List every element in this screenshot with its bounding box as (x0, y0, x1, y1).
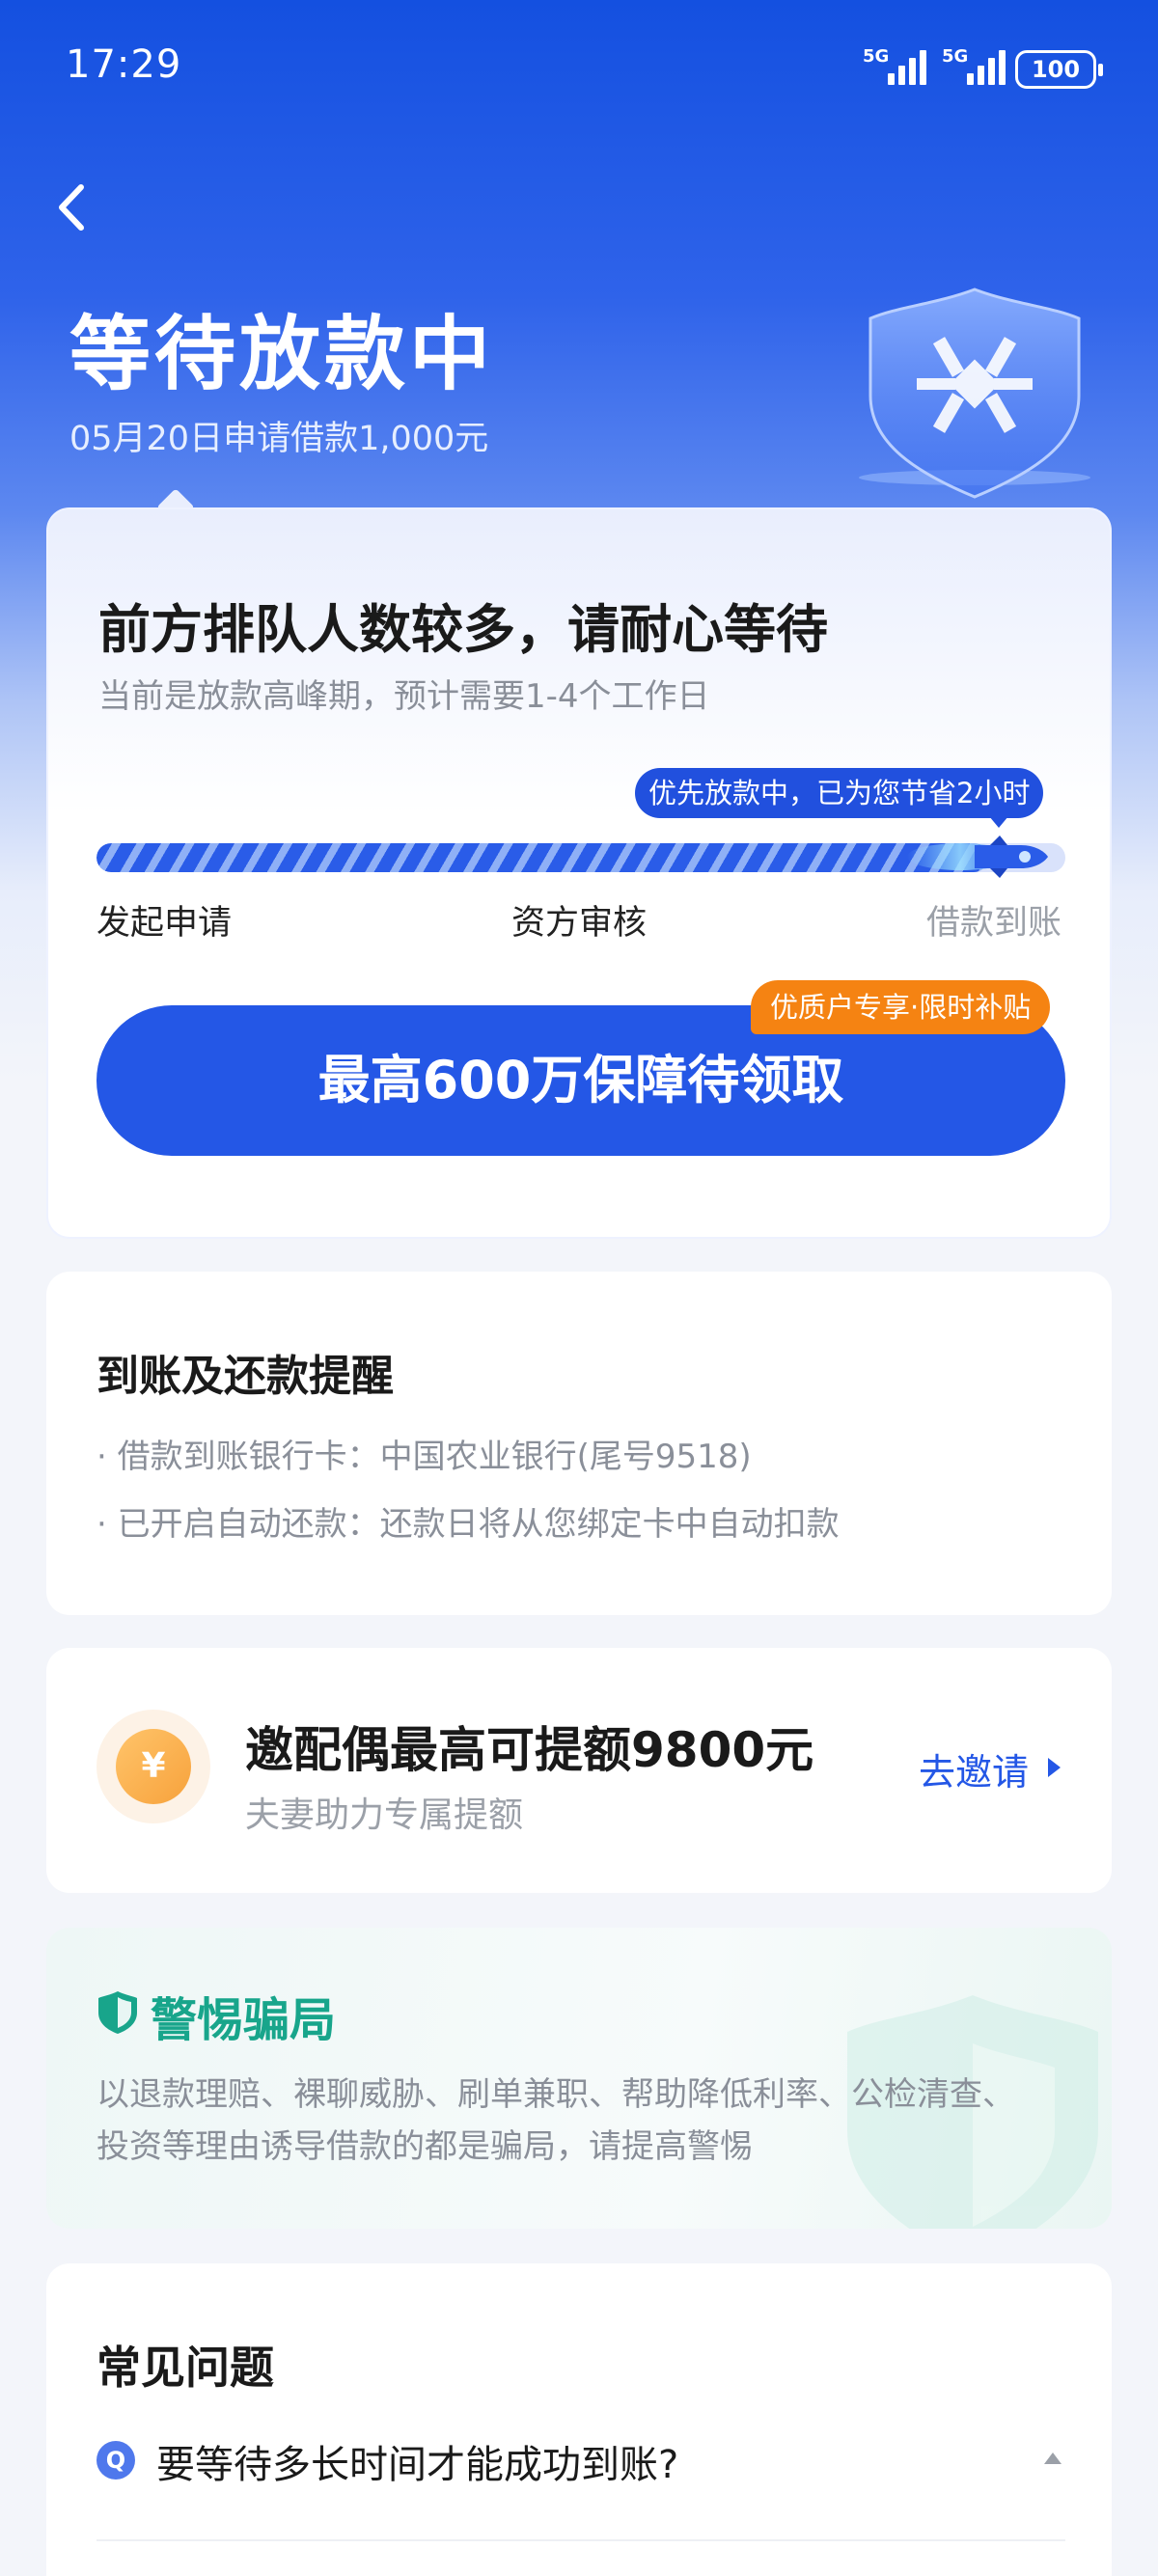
step-review: 资方审核 (511, 904, 648, 943)
divider (96, 2539, 1065, 2541)
reminder-item: · 已开启自动还款：还款日将从您绑定卡中自动扣款 (96, 1505, 840, 1544)
faq-title: 常见问题 (96, 2342, 274, 2394)
caret-up-icon[interactable] (1044, 2453, 1062, 2464)
shield-logo-icon (859, 288, 1090, 499)
rocket-icon (907, 836, 1048, 878)
queue-title: 前方排队人数较多，请耐心等待 (98, 599, 828, 660)
page-subtitle: 05月20日申请借款1,000元 (69, 420, 489, 458)
faq-card: 常见问题 Q 要等待多长时间才能成功到账? (46, 2263, 1112, 2576)
triangle-right-icon (1048, 1758, 1061, 1777)
chevron-left-icon (59, 184, 84, 231)
warning-text-line: 投资等理由诱导借款的都是骗局，请提高警惕 (96, 2127, 753, 2166)
clock: 17:29 (66, 42, 182, 87)
warning-title: 警惕骗局 (151, 1993, 337, 2047)
subsidy-badge: 优质户专享·限时补贴 (751, 980, 1051, 1034)
queue-subtitle: 当前是放款高峰期，预计需要1-4个工作日 (98, 677, 710, 716)
reminder-title: 到账及还款提醒 (96, 1352, 394, 1401)
step-arrival: 借款到账 (926, 904, 1062, 943)
invite-title: 邀配偶最高可提额9800元 (245, 1722, 814, 1778)
reminder-item: · 借款到账银行卡：中国农业银行(尾号9518) (96, 1438, 752, 1476)
faq-question[interactable]: 要等待多长时间才能成功到账? (156, 2433, 678, 2489)
step-apply: 发起申请 (96, 904, 233, 943)
shield-check-icon (98, 1991, 137, 2034)
fraud-warning-card: 警惕骗局 以退款理赔、裸聊威胁、刷单兼职、帮助降低利率、公检清查、 投资等理由诱… (46, 1928, 1112, 2229)
question-icon: Q (96, 2441, 135, 2480)
back-button[interactable] (44, 174, 102, 241)
warning-text-line: 以退款理赔、裸聊威胁、刷单兼职、帮助降低利率、公检清查、 (96, 2075, 1015, 2114)
page-title: 等待放款中 (69, 307, 495, 401)
progress-fill (96, 843, 988, 872)
status-bar: 17:29 5G 5G 100 (0, 0, 1158, 135)
coin-icon: ¥ (96, 1710, 210, 1823)
invite-spouse-card[interactable]: ¥ 邀配偶最高可提额9800元 夫妻助力专属提额 去邀请 (46, 1648, 1112, 1893)
reminder-card: 到账及还款提醒 · 借款到账银行卡：中国农业银行(尾号9518) · 已开启自动… (46, 1272, 1112, 1615)
loan-status-card: 前方排队人数较多，请耐心等待 当前是放款高峰期，预计需要1-4个工作日 优先放款… (46, 507, 1112, 1239)
priority-tooltip: 优先放款中，已为您节省2小时 (635, 768, 1044, 828)
invite-link[interactable]: 去邀请 (919, 1742, 1029, 1795)
invite-subtitle: 夫妻助力专属提额 (245, 1795, 524, 1835)
battery-icon: 100 (1015, 50, 1103, 89)
